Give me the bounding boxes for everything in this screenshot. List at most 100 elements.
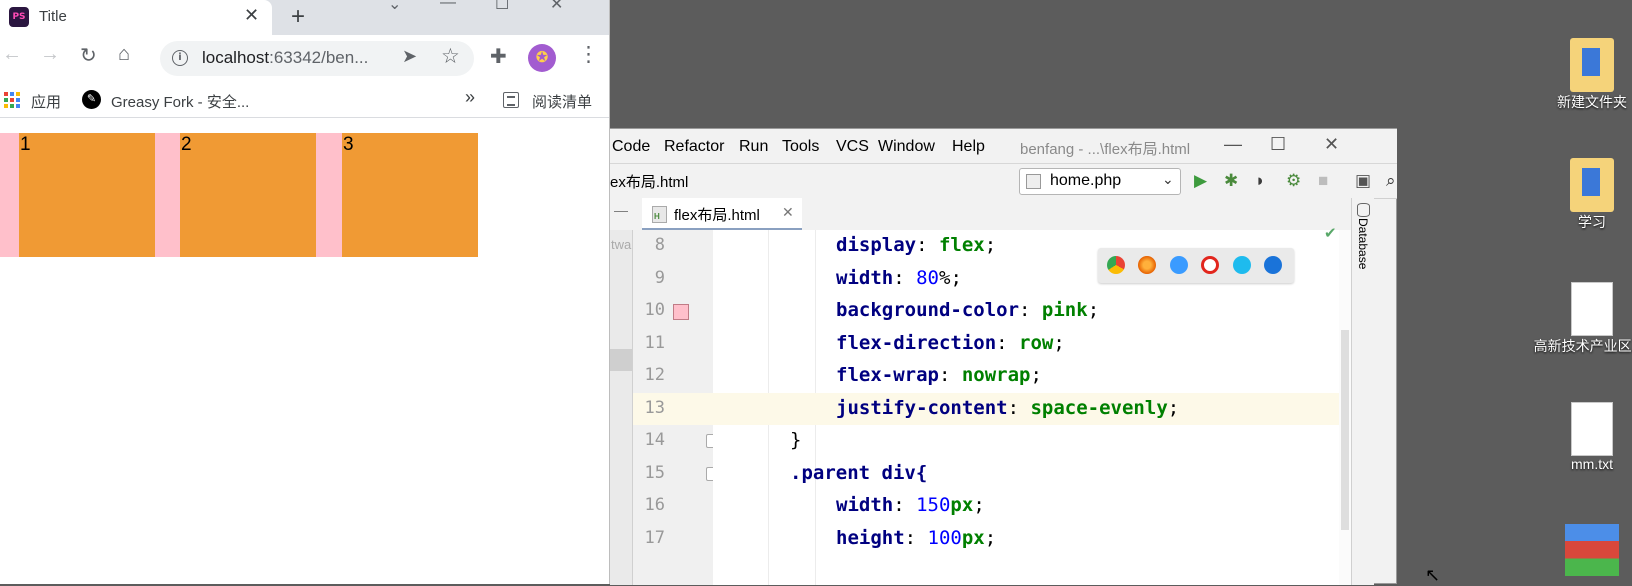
home-icon[interactable]: ⌂ bbox=[118, 43, 130, 66]
gutter-line: 11 bbox=[644, 333, 665, 353]
page-viewport: 1 2 3 bbox=[0, 118, 609, 584]
flex-parent: 1 2 3 bbox=[0, 133, 478, 257]
mouse-cursor-icon: ↖ bbox=[1425, 565, 1441, 585]
menu-refactor[interactable]: Refactor bbox=[664, 138, 724, 156]
menu-help[interactable]: Help bbox=[952, 138, 985, 156]
menu-window[interactable]: Window bbox=[878, 138, 935, 156]
safari-icon[interactable] bbox=[1170, 256, 1188, 274]
bookmark-apps[interactable]: 应用 bbox=[31, 91, 61, 112]
editor-tabs: — flex布局.html ✕ bbox=[610, 198, 1373, 232]
bookmarks-bar: 应用 ✎ Greasy Fork - 安全... » 阅读清单 bbox=[0, 83, 609, 118]
tab-close-icon[interactable]: ✕ bbox=[244, 5, 259, 26]
folder-icon bbox=[1570, 158, 1614, 212]
minimize-icon[interactable]: — bbox=[440, 0, 456, 12]
bookmark-star-icon[interactable]: ☆ bbox=[441, 44, 460, 69]
reload-icon[interactable]: ↻ bbox=[80, 43, 97, 68]
menu-tools[interactable]: Tools bbox=[782, 138, 819, 156]
new-tab-icon[interactable]: + bbox=[291, 3, 305, 31]
ide-minimize-icon[interactable]: — bbox=[1224, 134, 1242, 155]
scrollbar-thumb[interactable] bbox=[1341, 330, 1349, 530]
code-line-current: justify-content: space-evenly; bbox=[713, 393, 1339, 425]
ide-menubar: Code Refactor Run Tools VCS Window Help … bbox=[610, 129, 1397, 163]
back-icon[interactable]: ← bbox=[2, 43, 22, 66]
ie-icon[interactable] bbox=[1233, 256, 1251, 274]
gutter-line: 10 bbox=[633, 295, 713, 327]
run-config-label: home.php bbox=[1050, 172, 1122, 189]
run-config-select[interactable]: home.php ⌄ bbox=[1019, 168, 1181, 195]
database-tool-button[interactable]: Database bbox=[1356, 218, 1370, 269]
kebab-menu-icon[interactable]: ⋮ bbox=[578, 42, 599, 67]
apps-icon[interactable] bbox=[4, 92, 20, 108]
run-icon[interactable]: ▶ bbox=[1194, 171, 1207, 191]
reading-list-icon[interactable] bbox=[503, 92, 519, 108]
code-line: .parent div{ bbox=[790, 462, 928, 484]
menu-vcs[interactable]: VCS bbox=[836, 138, 869, 156]
collapse-icon[interactable]: — bbox=[614, 202, 628, 218]
reading-list-label[interactable]: 阅读清单 bbox=[532, 91, 592, 112]
desktop-file-mm[interactable]: mm.txt bbox=[1532, 402, 1632, 472]
gutter-line: 8 bbox=[654, 235, 665, 255]
line-gutter: 8 9 10 11 12 13 14 15 16 17 bbox=[632, 230, 720, 585]
extensions-icon[interactable]: ✚ bbox=[490, 44, 507, 69]
gutter-line: 12 bbox=[644, 365, 665, 385]
desktop-archive[interactable] bbox=[1532, 524, 1632, 576]
browser-tab[interactable]: PS Title ✕ bbox=[0, 0, 272, 35]
tab-search-icon[interactable]: ⌄ bbox=[388, 0, 401, 14]
site-info-icon[interactable]: i bbox=[172, 50, 188, 66]
code-line: width: 150px; bbox=[836, 494, 985, 516]
tab-strip: PS Title ✕ + ⌄ — ☐ ✕ bbox=[0, 0, 609, 35]
chevron-down-icon: ⌄ bbox=[1162, 171, 1174, 187]
profile-run-icon[interactable]: ⚙ bbox=[1286, 171, 1301, 191]
code-line: height: 100px; bbox=[836, 527, 997, 549]
color-swatch-pink[interactable] bbox=[673, 304, 689, 320]
desktop-icon-label: mm.txt bbox=[1571, 456, 1613, 472]
close-window-icon[interactable]: ✕ bbox=[550, 0, 563, 14]
project-panel-text: twa bbox=[611, 237, 632, 252]
ide-close-icon[interactable]: ✕ bbox=[1324, 134, 1339, 155]
editor-scrollbar[interactable] bbox=[1339, 230, 1351, 585]
ide-window: Code Refactor Run Tools VCS Window Help … bbox=[610, 128, 1397, 585]
editor-tab-close-icon[interactable]: ✕ bbox=[782, 204, 794, 221]
database-icon[interactable] bbox=[1357, 203, 1370, 217]
debug-icon[interactable]: ✱ bbox=[1224, 171, 1238, 191]
bookmark-greasy-fork[interactable]: Greasy Fork - 安全... bbox=[111, 91, 249, 112]
browser-toolbar: ← → ↻ ⌂ i localhost:63342/ben... ➤ ☆ ✚ ✪… bbox=[0, 35, 609, 83]
winrar-icon bbox=[1565, 524, 1619, 576]
stop-icon[interactable]: ■ bbox=[1318, 171, 1328, 191]
maximize-icon[interactable]: ☐ bbox=[495, 0, 509, 14]
coverage-icon[interactable]: ◗ bbox=[1255, 171, 1265, 191]
gutter-line: 17 bbox=[644, 528, 665, 548]
menu-run[interactable]: Run bbox=[739, 138, 768, 156]
ide-maximize-icon[interactable]: ☐ bbox=[1270, 134, 1286, 155]
desktop-icon-label: 高新技术产业区.txt bbox=[1533, 338, 1632, 354]
editor-tab-flex[interactable]: flex布局.html ✕ bbox=[642, 198, 802, 232]
terminal-icon[interactable]: ▣ bbox=[1355, 171, 1371, 191]
edge-icon[interactable] bbox=[1264, 256, 1282, 274]
gutter-line: 14 bbox=[633, 425, 720, 457]
gutter-line: 13 bbox=[633, 393, 713, 425]
desktop-folder-study[interactable]: 学习 bbox=[1532, 158, 1632, 232]
tab-title: Title bbox=[39, 8, 67, 25]
search-everywhere-icon[interactable]: ⌕ bbox=[1386, 171, 1396, 191]
desktop-folder-new[interactable]: 新建文件夹 bbox=[1532, 38, 1632, 112]
breadcrumb[interactable]: ex布局.html bbox=[610, 171, 688, 192]
forward-icon[interactable]: → bbox=[40, 43, 60, 66]
gutter-line: 15 bbox=[633, 458, 720, 490]
address-bar[interactable]: i localhost:63342/ben... ➤ ☆ bbox=[160, 41, 474, 76]
inspection-ok-icon[interactable]: ✔ bbox=[1324, 224, 1337, 242]
more-bookmarks-icon[interactable]: » bbox=[465, 87, 475, 108]
greasy-fork-icon: ✎ bbox=[82, 90, 101, 109]
editor-tab-label: flex布局.html bbox=[674, 207, 760, 224]
desktop-icon-label: 学习 bbox=[1578, 214, 1606, 230]
send-tab-icon[interactable]: ➤ bbox=[402, 46, 417, 67]
code-line: } bbox=[790, 429, 802, 451]
right-tool-strip: Database bbox=[1351, 198, 1374, 585]
firefox-icon[interactable] bbox=[1138, 256, 1156, 274]
profile-avatar[interactable]: ✪ bbox=[528, 44, 556, 72]
php-file-icon bbox=[1026, 174, 1041, 189]
menu-code[interactable]: Code bbox=[612, 138, 650, 156]
desktop-file-txt[interactable]: 高新技术产业区.txt bbox=[1532, 282, 1632, 356]
chrome-icon[interactable] bbox=[1107, 256, 1125, 274]
flex-child: 2 bbox=[180, 133, 316, 257]
opera-icon[interactable] bbox=[1201, 256, 1219, 274]
